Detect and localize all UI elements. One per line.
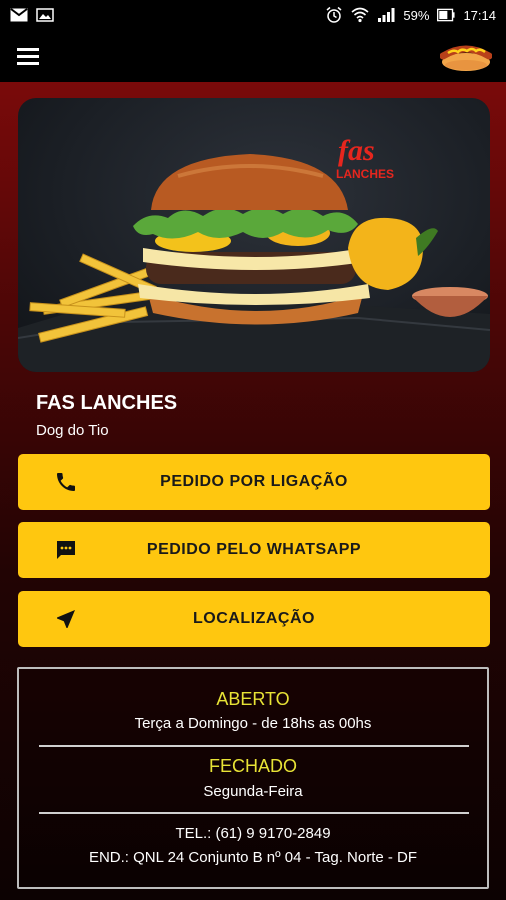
closed-status-label: FECHADO [208,756,297,776]
gmail-icon [10,7,28,23]
location-button[interactable]: LOCALIZAÇÃO [18,591,490,647]
main-content: fas LANCHES FAS LANCHES Dog do Tio PEDID… [0,82,506,900]
hero-logo-subtext: LANCHES [336,167,394,181]
divider [39,812,469,814]
signal-icon [377,7,395,23]
battery-percent: 59% [403,7,430,23]
hotdog-icon [439,38,493,74]
order-by-whatsapp-button[interactable]: PEDIDO PELO WHATSAPP [18,522,490,578]
phone-icon [54,470,78,494]
wifi-icon [351,7,369,23]
phone-text[interactable]: TEL.: (61) 9 9170-2849 [19,825,487,842]
alarm-icon [325,6,343,23]
open-days-text: Terça a Domingo - de 18hs as 00hs [134,715,372,732]
navigation-icon [54,607,78,631]
open-status-label: ABERTO [216,689,290,709]
chat-icon [54,538,78,562]
address-text: END.: QNL 24 Conjunto B nº 04 - Tag. Nor… [88,849,418,866]
battery-icon [437,7,456,23]
closed-days-text: Segunda-Feira [203,783,303,800]
clock: 17:14 [463,7,496,23]
store-name: FAS LANCHES [36,392,178,414]
hamburger-menu-icon[interactable] [16,46,40,66]
business-hours-box: ABERTO Terça a Domingo - de 18hs as 00hs… [17,667,489,889]
status-bar: 59% 17:14 [0,0,506,30]
hero-logo-text: fas [338,134,375,167]
app-bar [0,30,506,82]
location-label: LOCALIZAÇÃO [193,610,315,627]
store-subtitle: Dog do Tio [36,422,109,439]
divider [39,745,469,747]
hero-burger-image: fas LANCHES [18,98,490,372]
image-icon [36,7,54,23]
order-by-call-label: PEDIDO POR LIGAÇÃO [160,473,348,490]
order-by-call-button[interactable]: PEDIDO POR LIGAÇÃO [18,454,490,510]
order-by-whatsapp-label: PEDIDO PELO WHATSAPP [146,541,362,558]
